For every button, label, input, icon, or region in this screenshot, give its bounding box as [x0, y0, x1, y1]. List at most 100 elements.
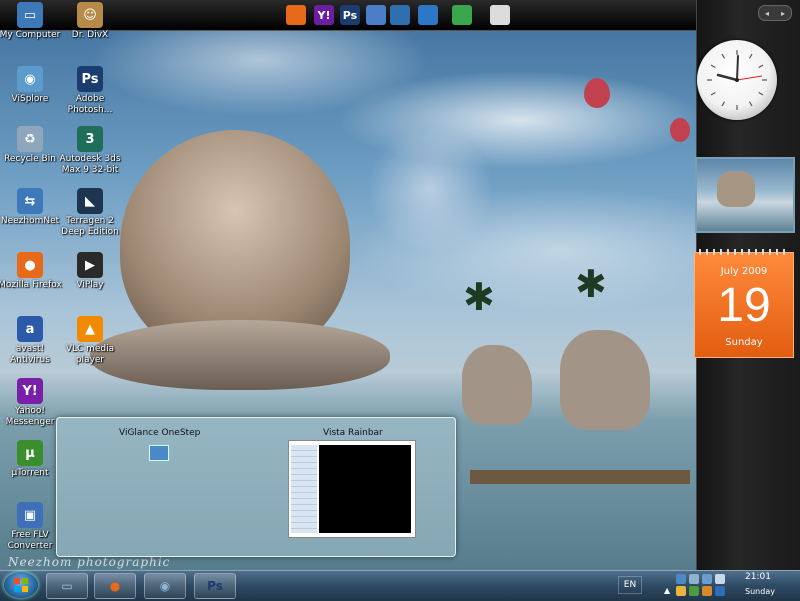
taskbar-my-computer-button[interactable]: ▭: [46, 573, 88, 599]
taskbar-photoshop-button[interactable]: Ps: [194, 573, 236, 599]
previous-icon[interactable]: ◂: [765, 9, 769, 18]
avast-antivirus-shortcut[interactable]: a avast! Antivirus: [0, 316, 62, 366]
viplay-shortcut[interactable]: ▶ ViPlay: [58, 252, 122, 291]
wooden-pier: [470, 470, 690, 484]
neezhomnet-shortcut[interactable]: ⇆ NeezhomNet: [0, 188, 62, 227]
messenger-tray-icon[interactable]: [676, 586, 686, 596]
taskbar-my-computer-icon: ▭: [61, 579, 73, 593]
calendar-weekday: Sunday: [725, 337, 763, 348]
yahoo-messenger-desktop-icon: Y!: [17, 378, 43, 404]
firefox-tray-icon[interactable]: [715, 586, 725, 596]
arch-rock-right: [560, 330, 650, 430]
vlc-media-player-icon: ▲: [77, 316, 103, 342]
taskbar-visplore-button[interactable]: ◉: [144, 573, 186, 599]
dr-divx-shortcut[interactable]: ☺ Dr. DivX: [58, 2, 122, 41]
calendar-rings: [699, 249, 789, 255]
desktop-icon-label: Adobe Photosh...: [67, 94, 113, 115]
utorrent-icon: µ: [17, 440, 43, 466]
mozilla-firefox-shortcut[interactable]: ● Mozilla Firefox: [0, 252, 62, 291]
utorrent-tray-icon[interactable]: [689, 586, 699, 596]
desktop-icon-label: Recycle Bin: [4, 154, 56, 164]
desktop-icon-label: µTorrent: [11, 468, 49, 478]
clock-face: [707, 50, 767, 110]
desktop-icon-label: Autodesk 3ds Max 9 32-bit: [59, 154, 121, 175]
viglance-onestep-title[interactable]: ViGlance OneStep: [119, 428, 200, 438]
balloon-icon: [670, 118, 690, 142]
my-computer-shortcut[interactable]: ▭ My Computer: [0, 2, 62, 41]
desktop-icon-label: NeezhomNet: [0, 216, 60, 226]
calendar-month: July 2009: [720, 266, 768, 277]
avast-antivirus-icon: a: [17, 316, 43, 342]
desktop-icon-label: Dr. DivX: [71, 30, 109, 40]
up-arrow-tray-icon[interactable]: ▲: [664, 586, 674, 596]
terragen-shortcut[interactable]: ◣ Terragen 2 Deep Edition: [58, 188, 122, 238]
taskbar-preview-window[interactable]: ViGlance OneStep Vista Rainbar: [56, 417, 456, 557]
recycle-icon[interactable]: [452, 5, 472, 25]
autodesk-3ds-max-shortcut[interactable]: 3 Autodesk 3ds Max 9 32-bit: [58, 126, 122, 176]
yahoo-messenger-desktop-shortcut[interactable]: Y! Yahoo! Messenger: [0, 378, 62, 428]
mozilla-firefox-icon: ●: [17, 252, 43, 278]
desktop-icon-label: ViPlay: [76, 280, 104, 290]
desktop-icon-label: avast! Antivirus: [10, 344, 50, 365]
neezhomnet-icon: ⇆: [17, 188, 43, 214]
autodesk-3ds-max-icon: 3: [77, 126, 103, 152]
firefox-icon[interactable]: [286, 5, 306, 25]
viplay-icon: ▶: [77, 252, 103, 278]
free-flv-converter-icon: ▣: [17, 502, 43, 528]
desktop-icon-label: ViSplore: [11, 94, 49, 104]
system-tray: ▲: [662, 572, 730, 598]
windows-logo-icon: [14, 578, 28, 592]
utorrent-shortcut[interactable]: µ µTorrent: [0, 440, 62, 479]
vista-rainbar-thumbnail[interactable]: [288, 440, 416, 538]
palm-tree-icon: ✱: [463, 275, 495, 319]
language-indicator[interactable]: EN: [618, 576, 642, 594]
slideshow-thumbnail: [717, 171, 755, 207]
lightning-icon[interactable]: [418, 5, 438, 25]
tray-day[interactable]: Sunday: [740, 587, 780, 596]
my-computer-icon: ▭: [17, 2, 43, 28]
visplore-shortcut[interactable]: ◉ ViSplore: [0, 66, 62, 105]
taskbar-firefox-button[interactable]: ●: [94, 573, 136, 599]
dr-divx-icon: ☺: [77, 2, 103, 28]
minute-hand: [736, 55, 739, 81]
free-flv-converter-shortcut[interactable]: ▣ Free FLV Converter: [0, 502, 62, 552]
photoshop-icon[interactable]: Ps: [340, 5, 360, 25]
second-hand: [736, 75, 763, 81]
rainbar-black-panel: [319, 445, 411, 533]
network-icon[interactable]: [149, 445, 169, 461]
tray-clock[interactable]: 21:01: [740, 572, 776, 582]
arch-rock-left: [462, 345, 532, 425]
yahoo-messenger-icon[interactable]: Y!: [314, 5, 334, 25]
next-icon[interactable]: ▸: [781, 9, 785, 18]
calendar-gadget[interactable]: July 2009 19 Sunday: [694, 249, 794, 358]
network-tray-icon[interactable]: [676, 574, 686, 584]
taskbar-photoshop-icon: Ps: [207, 579, 223, 593]
monitor-icon[interactable]: [390, 5, 410, 25]
start-button[interactable]: [4, 572, 38, 598]
vista-rainbar-title[interactable]: Vista Rainbar: [323, 428, 383, 438]
finder-icon[interactable]: [366, 5, 386, 25]
recycle-bin-shortcut[interactable]: ♻ Recycle Bin: [0, 126, 62, 165]
adobe-photoshop-shortcut[interactable]: Ps Adobe Photosh...: [58, 66, 122, 116]
taskbar-firefox-icon: ●: [109, 579, 121, 593]
hour-hand: [716, 73, 739, 82]
desktop-icon-label: VLC media player: [65, 344, 115, 365]
avast-tray-icon[interactable]: [702, 586, 712, 596]
rainbar-sidebar-panel: [291, 445, 317, 533]
watermark: Neezhom photographic: [8, 555, 171, 569]
slideshow-gadget[interactable]: [695, 157, 795, 233]
vlc-media-player-shortcut[interactable]: ▲ VLC media player: [58, 316, 122, 366]
balloon-icon: [584, 78, 610, 108]
apple-icon[interactable]: [490, 5, 510, 25]
taskbar-visplore-icon: ◉: [159, 579, 171, 593]
recycle-bin-icon: ♻: [17, 126, 43, 152]
security-tray-icon[interactable]: [715, 574, 725, 584]
display-tray-icon[interactable]: [702, 574, 712, 584]
desktop-icon-label: Yahoo! Messenger: [5, 406, 55, 427]
floating-rock-platform: [90, 320, 390, 390]
desktop-icon-label: Free FLV Converter: [7, 530, 53, 551]
sidebar-gadget-nav[interactable]: ◂ ▸: [758, 5, 792, 21]
terragen-icon: ◣: [77, 188, 103, 214]
desktop-icon-label: Terragen 2 Deep Edition: [61, 216, 119, 237]
volume-tray-icon[interactable]: [689, 574, 699, 584]
